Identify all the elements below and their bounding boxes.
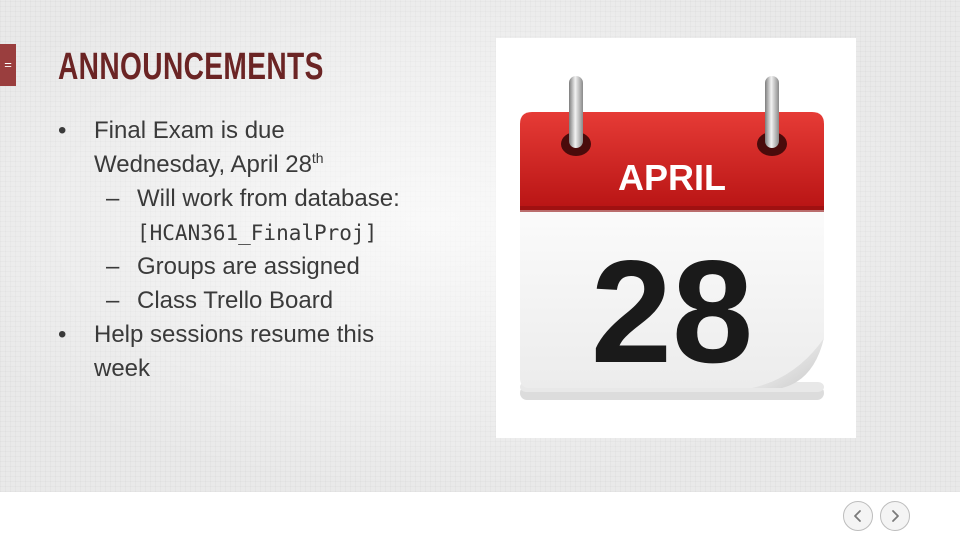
sub-bullet-text: Groups are assigned	[137, 253, 360, 280]
chevron-right-icon	[892, 510, 899, 522]
hamburger-icon: =	[4, 57, 12, 72]
ordinal-suffix: th	[311, 150, 324, 166]
bullet-text: Help sessions resume this	[94, 321, 375, 348]
slide-title: ANNOUNCEMENTS	[58, 46, 324, 88]
menu-tab[interactable]: =	[0, 44, 16, 86]
sub-bullet-database: – Will work from database:	[58, 182, 458, 216]
calendar-icon: APRIL 28	[520, 76, 824, 400]
bullet-marker: •	[58, 117, 67, 144]
database-name: [HCAN361_FinalProj]	[137, 221, 378, 245]
bullet-help-sessions-cont: week	[58, 352, 458, 386]
slide-canvas: = ANNOUNCEMENTS • Final Exam is due Wedn…	[0, 0, 960, 492]
bullet-text: Wednesday, April 28	[94, 151, 312, 178]
bullet-text: week	[94, 355, 151, 382]
sub-bullet-marker: –	[106, 287, 120, 314]
slide-body: • Final Exam is due Wednesday, April 28t…	[58, 114, 458, 386]
calendar-day: 28	[591, 230, 753, 393]
bullet-text: Final Exam is due	[94, 117, 285, 144]
sub-bullet-text: Will work from database:	[137, 185, 400, 212]
chevron-left-icon	[854, 510, 861, 522]
bullet-final-exam: • Final Exam is due	[58, 114, 458, 148]
next-slide-button[interactable]	[880, 501, 910, 531]
calendar-month: APRIL	[618, 157, 726, 198]
previous-slide-button[interactable]	[843, 501, 873, 531]
database-name-line: [HCAN361_FinalProj]	[58, 216, 458, 250]
sub-bullet-groups: – Groups are assigned	[58, 250, 458, 284]
sub-bullet-text: Class Trello Board	[137, 287, 334, 314]
sub-bullet-marker: –	[106, 185, 120, 212]
bullet-marker: •	[58, 321, 67, 348]
bullet-final-exam-cont: Wednesday, April 28th	[58, 148, 458, 182]
sub-bullet-marker: –	[106, 253, 120, 280]
bullet-help-sessions: • Help sessions resume this	[58, 318, 458, 352]
calendar-image: APRIL 28	[496, 38, 856, 438]
sub-bullet-trello: – Class Trello Board	[58, 284, 458, 318]
